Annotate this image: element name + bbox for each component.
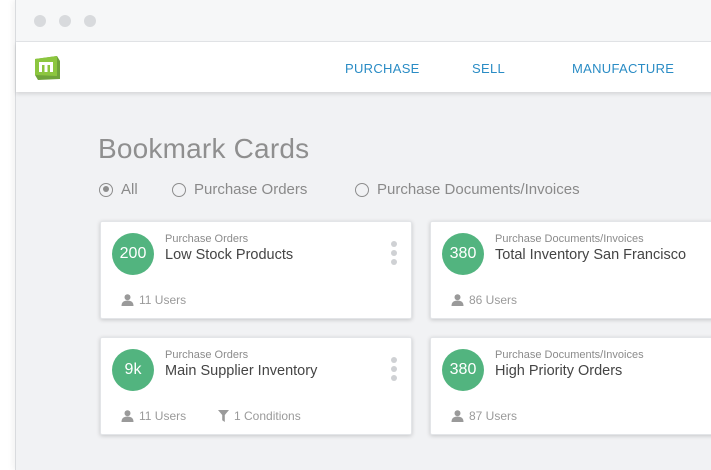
page-title: Bookmark Cards bbox=[98, 133, 310, 164]
filter-all[interactable]: All bbox=[99, 181, 138, 198]
window-close-dot[interactable] bbox=[34, 15, 46, 27]
count-badge: 380 bbox=[442, 349, 484, 391]
card-users: 87 Users bbox=[451, 409, 517, 423]
filter-label: Purchase Documents/Invoices bbox=[377, 181, 580, 198]
top-navbar: PURCHASE SELL MANUFACTURE bbox=[16, 42, 711, 92]
app-window: PURCHASE SELL MANUFACTURE Bookmark Cards… bbox=[15, 0, 711, 470]
kebab-menu-icon[interactable] bbox=[390, 357, 398, 387]
card-category: Purchase Documents/Invoices bbox=[495, 233, 644, 245]
conditions-count: 1 Conditions bbox=[234, 409, 301, 423]
card-users: 11 Users bbox=[121, 293, 186, 307]
count-badge: 380 bbox=[442, 233, 484, 275]
card-title: Total Inventory San Francisco bbox=[495, 247, 687, 263]
users-count: 87 Users bbox=[469, 409, 518, 423]
filter-icon bbox=[218, 410, 229, 422]
kebab-menu-icon[interactable] bbox=[390, 241, 398, 271]
users-count: 11 Users bbox=[139, 409, 187, 423]
card-title: Main Supplier Inventory bbox=[165, 363, 318, 379]
card-title: High Priority Orders bbox=[495, 363, 623, 379]
card-conditions: 1 Conditions bbox=[218, 409, 301, 423]
user-icon bbox=[451, 410, 464, 422]
card-users: 86 Users bbox=[451, 293, 517, 307]
app-logo-icon[interactable] bbox=[33, 55, 61, 81]
filter-purchase-documents[interactable]: Purchase Documents/Invoices bbox=[355, 181, 580, 198]
card-users: 11 Users bbox=[121, 409, 186, 423]
radio-icon[interactable] bbox=[172, 182, 186, 197]
user-icon bbox=[121, 410, 134, 422]
radio-selected-icon[interactable] bbox=[99, 182, 113, 197]
window-zoom-dot[interactable] bbox=[84, 15, 96, 27]
bookmark-card[interactable]: 9k Purchase Orders Main Supplier Invento… bbox=[100, 337, 412, 435]
count-badge: 200 bbox=[112, 233, 154, 275]
card-category: Purchase Orders bbox=[165, 233, 249, 245]
user-icon bbox=[451, 294, 464, 306]
bookmark-card[interactable]: 380 Purchase Documents/Invoices Total In… bbox=[430, 221, 711, 319]
nav-manufacture[interactable]: MANUFACTURE bbox=[572, 61, 674, 76]
window-minimize-dot[interactable] bbox=[59, 15, 71, 27]
users-count: 86 Users bbox=[469, 293, 518, 307]
window-titlebar bbox=[16, 0, 711, 42]
nav-sell[interactable]: SELL bbox=[472, 61, 505, 76]
card-category: Purchase Documents/Invoices bbox=[495, 349, 644, 361]
card-title: Low Stock Products bbox=[165, 247, 294, 263]
users-count: 11 Users bbox=[139, 293, 187, 307]
count-badge: 9k bbox=[112, 349, 154, 391]
filter-purchase-orders[interactable]: Purchase Orders bbox=[172, 181, 307, 198]
bookmark-card[interactable]: 200 Purchase Orders Low Stock Products 1… bbox=[100, 221, 412, 319]
bookmark-card[interactable]: 380 Purchase Documents/Invoices High Pri… bbox=[430, 337, 711, 435]
nav-purchase[interactable]: PURCHASE bbox=[345, 61, 420, 76]
filter-label: Purchase Orders bbox=[194, 181, 308, 198]
user-icon bbox=[121, 294, 134, 306]
card-category: Purchase Orders bbox=[165, 349, 249, 361]
filter-label: All bbox=[121, 181, 138, 198]
radio-icon[interactable] bbox=[355, 182, 369, 197]
